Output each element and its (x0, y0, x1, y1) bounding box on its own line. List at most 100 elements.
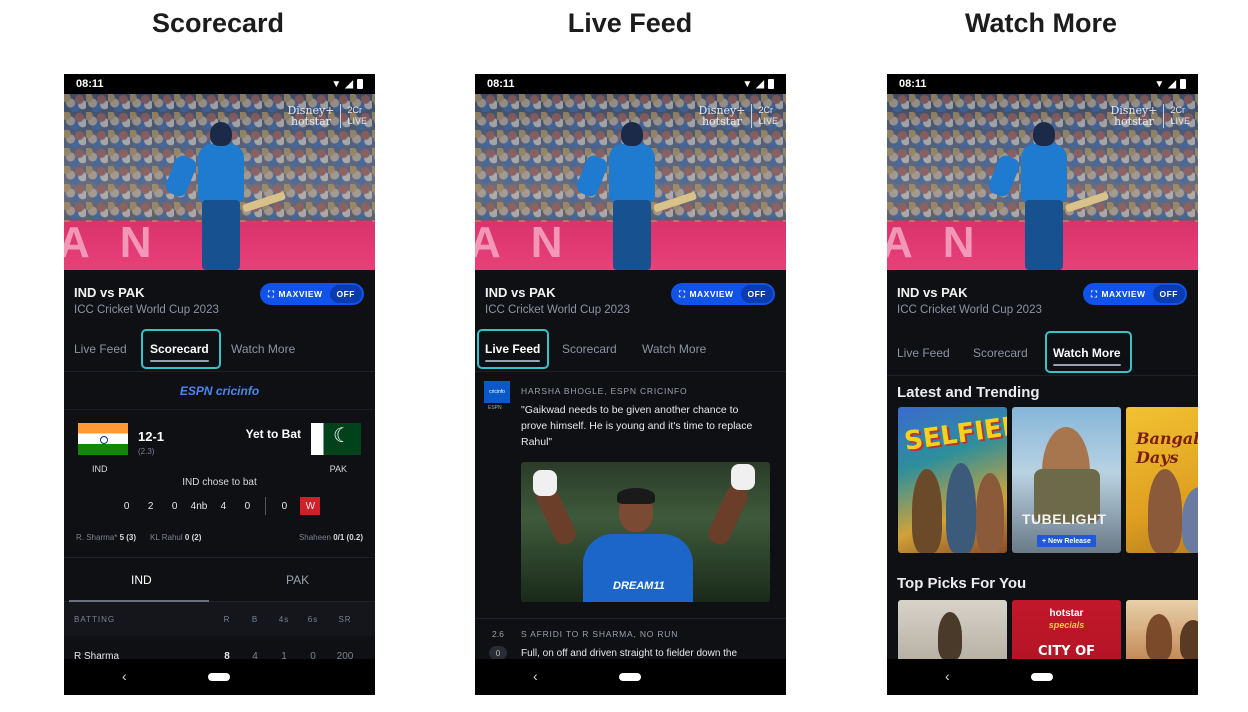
team1-score: 12-1 (138, 429, 165, 444)
feed-quote: "Gaikwad needs to be given another chanc… (521, 404, 753, 448)
hotstar-brand: hotstar (1049, 608, 1084, 619)
thumb-card[interactable]: hotstar specials CITY OF DREAMS (1012, 600, 1121, 660)
col-sr: SR (338, 614, 352, 624)
signal-icon: ◢ (756, 78, 764, 90)
maxview-label: MAXVIEW (689, 289, 734, 299)
batting-header: BATTING R B 4s 6s SR (64, 602, 375, 636)
score-summary: IND 12-1 (2.3) Yet to Bat PAK IND chose … (64, 410, 375, 558)
poster-row-latest: SELFIEE TUBELIGHT + New Release Bangalor… (887, 407, 1198, 553)
section-top-picks: Top Picks For You (897, 575, 1027, 592)
status-bar: 08:11 ▼ ◢ (475, 74, 786, 94)
advert-board-text: AN (475, 218, 593, 267)
wifi-icon: ▼ (331, 78, 342, 90)
maxview-state: OFF (740, 285, 773, 303)
tab-scorecard[interactable]: Scorecard (562, 342, 617, 356)
ball: 0 (171, 500, 178, 512)
viewer-count: 2Cr (347, 105, 362, 115)
expand-icon: ⛶ (1091, 288, 1098, 299)
col-4s: 4s (278, 614, 290, 624)
thumb-card[interactable] (1126, 600, 1198, 660)
team-tab-pak[interactable]: PAK (286, 573, 309, 587)
status-time: 08:11 (899, 78, 927, 90)
live-label: LIVE (347, 116, 367, 126)
batting-label: BATTING (74, 614, 116, 624)
maxview-toggle[interactable]: ⛶ MAXVIEW OFF (671, 283, 775, 305)
brand-line-2: hotstar (1113, 115, 1154, 128)
team1-code: IND (92, 464, 108, 474)
col-6s: 6s (307, 614, 319, 624)
maxview-state: OFF (329, 285, 362, 303)
maxview-toggle[interactable]: ⛶ MAXVIEW OFF (260, 283, 364, 305)
match-subtitle: ICC Cricket World Cup 2023 (74, 304, 219, 316)
cricinfo-avatar: cricinfo (484, 381, 510, 403)
ball: 4 (220, 500, 227, 512)
battery-icon (1180, 79, 1186, 89)
tab-watch-more[interactable]: Watch More (642, 342, 706, 356)
android-nav-bar: ‹ (475, 659, 786, 695)
maxview-toggle[interactable]: ⛶ MAXVIEW OFF (1083, 283, 1187, 305)
poster-card[interactable]: SELFIEE (898, 407, 1007, 553)
tab-bar: Live Feed Scorecard Watch More (64, 328, 375, 372)
batsman-figure (163, 122, 287, 270)
highlight-box (477, 329, 549, 369)
brand-line-2: hotstar (290, 115, 331, 128)
hotstar-watermark: Disney+ hotstar 2Cr LIVE (698, 104, 778, 128)
brand-line-2: hotstar (701, 115, 742, 128)
team-tab-ind[interactable]: IND (69, 573, 208, 602)
signal-icon: ◢ (345, 78, 353, 90)
tab-bar: Live Feed Scorecard Watch More (475, 328, 786, 372)
video-player[interactable]: AN Disney+ hotstar 2Cr LIVE (64, 94, 375, 270)
tab-live-feed[interactable]: Live Feed (897, 346, 950, 360)
maxview-label: MAXVIEW (278, 289, 323, 299)
jersey-sponsor: DREAM11 (613, 580, 665, 592)
section-latest-trending: Latest and Trending (897, 384, 1040, 401)
home-pill-icon[interactable] (208, 673, 230, 681)
col-r: R (223, 614, 231, 624)
back-icon[interactable]: ‹ (122, 668, 127, 684)
tab-scorecard[interactable]: Scorecard (973, 346, 1028, 360)
specials-brand: specials (1048, 620, 1085, 630)
avatar-sub: ESPN (488, 405, 502, 411)
ball: 4nb (190, 500, 208, 512)
poster-row-top-picks: hotstar specials CITY OF DREAMS (887, 600, 1198, 660)
highlight-box (1045, 331, 1132, 373)
phone-watch-more: 08:11 ▼ ◢ AN Disney+ hotstar 2Cr LIVE IND … (887, 74, 1198, 695)
poster-card[interactable]: TUBELIGHT + New Release (1012, 407, 1121, 553)
home-pill-icon[interactable] (1031, 673, 1053, 681)
poster-card[interactable]: Bangalore Days (1126, 407, 1198, 553)
thumb-card[interactable] (898, 600, 1007, 660)
column-title-live-feed: Live Feed (567, 8, 693, 38)
tab-live-feed[interactable]: Live Feed (74, 342, 127, 356)
match-subtitle: ICC Cricket World Cup 2023 (485, 304, 630, 316)
poster-title: SELFIEE (902, 411, 1007, 457)
status-time: 08:11 (487, 78, 515, 90)
battery-icon (357, 79, 363, 89)
runs-badge: 0 (489, 646, 507, 660)
expand-icon: ⛶ (679, 288, 686, 299)
ball: 2 (147, 500, 154, 512)
status-bar: 08:11 ▼ ◢ (887, 74, 1198, 94)
highlight-box (141, 329, 221, 369)
status-time: 08:11 (76, 78, 104, 90)
live-label: LIVE (758, 116, 778, 126)
batsman-figure (574, 122, 698, 270)
ball: 0 (244, 500, 251, 512)
feed-photo[interactable]: DREAM11 (521, 462, 770, 602)
tab-watch-more[interactable]: Watch More (231, 342, 295, 356)
status-bar: 08:11 ▼ ◢ (64, 74, 375, 94)
back-icon[interactable]: ‹ (533, 668, 538, 684)
hotstar-watermark: Disney+ hotstar 2Cr LIVE (1110, 104, 1190, 128)
viewer-count: 2Cr (758, 105, 773, 115)
signal-icon: ◢ (1168, 78, 1176, 90)
advert-board-text: AN (887, 218, 1005, 267)
video-player[interactable]: AN Disney+ hotstar 2Cr LIVE (887, 94, 1198, 270)
android-nav-bar: ‹ (887, 659, 1198, 695)
ball: 0 (123, 500, 130, 512)
status-icons: ▼ ◢ (331, 79, 363, 90)
batsmen-line: R. Sharma* 5 (3) KL Rahul 0 (2) Shaheen … (76, 533, 363, 542)
home-pill-icon[interactable] (619, 673, 641, 681)
india-flag-icon (78, 423, 128, 455)
back-icon[interactable]: ‹ (945, 668, 950, 684)
batsman-figure (986, 122, 1110, 270)
video-player[interactable]: AN Disney+ hotstar 2Cr LIVE (475, 94, 786, 270)
